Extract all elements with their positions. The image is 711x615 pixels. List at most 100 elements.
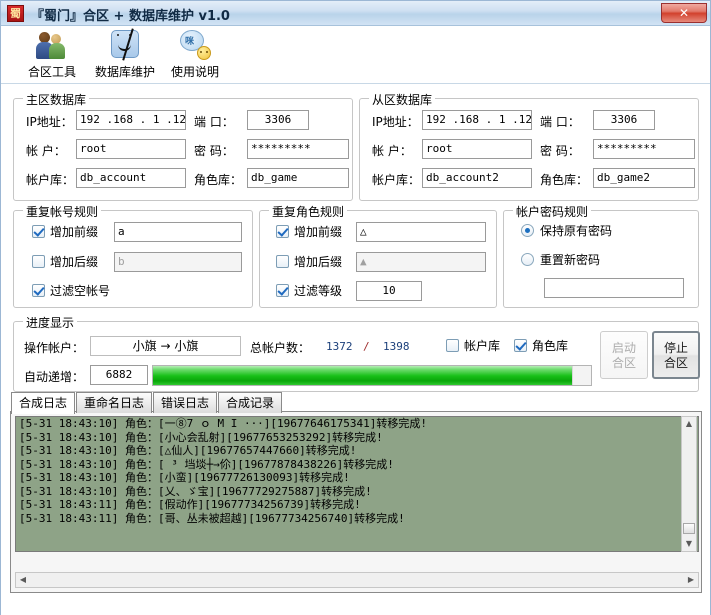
vertical-scroll-thumb[interactable] xyxy=(683,523,695,534)
slave-user-input[interactable]: root xyxy=(422,139,532,159)
new-password-input[interactable] xyxy=(544,278,684,298)
role-prefix-input[interactable]: △ xyxy=(356,222,486,242)
stop-merge-line1: 停止 xyxy=(654,341,698,356)
tab-synthesis-log[interactable]: 合成日志 xyxy=(11,392,75,414)
account-suffix-label[interactable]: 增加后缀 xyxy=(50,253,98,270)
account-rules-legend: 重复帐号规则 xyxy=(23,203,101,220)
auto-increment-input[interactable]: 6882 xyxy=(90,365,148,385)
stop-merge-line2: 合区 xyxy=(654,356,698,371)
account-filter-empty-label[interactable]: 过滤空帐号 xyxy=(50,282,110,299)
toolbar-item-label: 合区工具 xyxy=(16,63,88,80)
master-database-legend: 主区数据库 xyxy=(23,91,89,108)
count-separator: / xyxy=(363,340,370,353)
tab-rename-log[interactable]: 重命名日志 xyxy=(76,392,152,413)
start-merge-line2: 合区 xyxy=(601,356,647,371)
keep-password-radio[interactable] xyxy=(521,224,534,237)
password-rules-legend: 帐户密码规则 xyxy=(513,203,591,220)
auto-increment-label: 自动递增： xyxy=(24,368,84,385)
role-filter-level-checkbox[interactable] xyxy=(276,284,289,297)
toolbar-item-db-maintenance[interactable]: 数据库维护 xyxy=(89,29,161,83)
role-suffix-input[interactable]: ▲ xyxy=(356,252,486,272)
master-user-label: 帐 户： xyxy=(26,142,66,159)
tab-synthesis-record[interactable]: 合成记录 xyxy=(218,392,282,413)
stop-merge-button[interactable]: 停止 合区 xyxy=(652,331,700,379)
title-bar: 蜀 『蜀门』合区 + 数据库维护 v1.0 ✕ xyxy=(1,1,710,26)
role-suffix-checkbox[interactable] xyxy=(276,255,289,268)
app-icon: 蜀 xyxy=(7,5,24,22)
application-window: 蜀 『蜀门』合区 + 数据库维护 v1.0 ✕ 合区工具 数据库维护 xyxy=(0,0,711,615)
role-prefix-label[interactable]: 增加前缀 xyxy=(294,223,342,240)
master-user-input[interactable]: root xyxy=(76,139,186,159)
help-icon: 咪 xyxy=(179,29,211,61)
log-line: [5-31 18:43:11] 角色：[假动作][19677734256739]… xyxy=(16,498,698,512)
progress-accountdb-label[interactable]: 帐户库 xyxy=(464,337,500,354)
toolbar: 合区工具 数据库维护 咪 使用说明 xyxy=(1,26,710,84)
account-suffix-input[interactable]: b xyxy=(114,252,242,272)
progress-legend: 进度显示 xyxy=(23,314,77,331)
progress-display-group: 进度显示 操作帐户： 小旗 → 小旗 总帐户数： 1372 / 1398 帐户库… xyxy=(13,321,699,392)
slave-database-legend: 从区数据库 xyxy=(369,91,435,108)
account-prefix-label[interactable]: 增加前缀 xyxy=(50,223,98,240)
total-accounts-label: 总帐户数： xyxy=(250,339,310,356)
slave-ip-label: IP地址： xyxy=(372,113,419,130)
processed-count: 1372 xyxy=(326,340,353,353)
role-filter-level-label[interactable]: 过滤等级 xyxy=(294,282,342,299)
role-rules-legend: 重复角色规则 xyxy=(269,203,347,220)
reset-password-radio[interactable] xyxy=(521,253,534,266)
slave-gamedb-input[interactable]: db_game2 xyxy=(593,168,695,188)
log-horizontal-scrollbar[interactable]: ◀ ▶ xyxy=(15,572,699,588)
toolbar-item-instructions[interactable]: 咪 使用说明 xyxy=(159,29,231,83)
log-line: [5-31 18:43:10] 角色：[小心会乱射][1967765325329… xyxy=(16,431,698,445)
operating-account-label: 操作帐户： xyxy=(24,339,84,356)
progress-gamedb-label[interactable]: 角色库 xyxy=(532,337,568,354)
start-merge-button: 启动 合区 xyxy=(600,331,648,379)
role-filter-level-input[interactable]: 10 xyxy=(356,281,422,301)
toolbar-item-label: 数据库维护 xyxy=(89,63,161,80)
log-output[interactable]: [5-31 18:43:10] 角色：[一⑧7 ｏ M I ···][19677… xyxy=(15,416,699,552)
main-content: 主区数据库 IP地址： 192 .168 . 1 .123 端 口： 3306 … xyxy=(1,84,710,615)
master-port-label: 端 口： xyxy=(194,113,234,130)
log-line: [5-31 18:43:10] 角色：[ ³ 垱埮┼→伱][1967787843… xyxy=(16,458,698,472)
close-button[interactable]: ✕ xyxy=(661,3,707,23)
progress-accountdb-checkbox[interactable] xyxy=(446,339,459,352)
toolbar-item-label: 使用说明 xyxy=(159,63,231,80)
master-accountdb-input[interactable]: db_account xyxy=(76,168,186,188)
master-ip-input[interactable]: 192 .168 . 1 .123 xyxy=(76,110,186,130)
window-title: 『蜀门』合区 + 数据库维护 v1.0 xyxy=(31,5,230,24)
master-port-input[interactable]: 3306 xyxy=(247,110,309,130)
scroll-up-icon[interactable]: ▲ xyxy=(682,417,696,431)
master-password-input[interactable]: ********* xyxy=(247,139,349,159)
slave-port-input[interactable]: 3306 xyxy=(593,110,655,130)
master-ip-label: IP地址： xyxy=(26,113,73,130)
role-suffix-label[interactable]: 增加后缀 xyxy=(294,253,342,270)
role-prefix-checkbox[interactable] xyxy=(276,225,289,238)
slave-password-input[interactable]: ********* xyxy=(593,139,695,159)
account-prefix-checkbox[interactable] xyxy=(32,225,45,238)
slave-database-group: 从区数据库 IP地址： 192 .168 . 1 .123 端 口： 3306 … xyxy=(359,98,699,201)
scroll-down-icon[interactable]: ▼ xyxy=(682,537,696,551)
keep-password-label[interactable]: 保持原有密码 xyxy=(540,222,612,239)
account-filter-empty-checkbox[interactable] xyxy=(32,284,45,297)
slave-accountdb-label: 帐户库： xyxy=(372,171,420,188)
account-suffix-checkbox[interactable] xyxy=(32,255,45,268)
master-gamedb-input[interactable]: db_game xyxy=(247,168,349,188)
slave-accountdb-input[interactable]: db_account2 xyxy=(422,168,532,188)
duplicate-role-rules-group: 重复角色规则 增加前缀 △ 增加后缀 ▲ 过滤等级 10 xyxy=(259,210,497,308)
tab-error-log[interactable]: 错误日志 xyxy=(153,392,217,413)
toolbar-item-merge-tool[interactable]: 合区工具 xyxy=(16,29,88,83)
master-password-label: 密 码： xyxy=(194,142,234,159)
slave-password-label: 密 码： xyxy=(540,142,580,159)
log-vertical-scrollbar[interactable]: ▲ ▼ xyxy=(681,416,697,552)
reset-password-label[interactable]: 重置新密码 xyxy=(540,251,600,268)
log-line: [5-31 18:43:10] 角色：[△仙人][19677657447660]… xyxy=(16,444,698,458)
slave-gamedb-label: 角色库： xyxy=(540,171,588,188)
slave-user-label: 帐 户： xyxy=(372,142,412,159)
slave-ip-input[interactable]: 192 .168 . 1 .123 xyxy=(422,110,532,130)
scroll-left-icon[interactable]: ◀ xyxy=(16,573,30,587)
log-tab-panel: 合成日志重命名日志错误日志合成记录 [5-31 18:43:10] 角色：[一⑧… xyxy=(10,411,702,593)
account-prefix-input[interactable]: a xyxy=(114,222,242,242)
account-password-rules-group: 帐户密码规则 保持原有密码 重置新密码 xyxy=(503,210,699,308)
master-database-group: 主区数据库 IP地址： 192 .168 . 1 .123 端 口： 3306 … xyxy=(13,98,353,201)
progress-gamedb-checkbox[interactable] xyxy=(514,339,527,352)
scroll-right-icon[interactable]: ▶ xyxy=(684,573,698,587)
